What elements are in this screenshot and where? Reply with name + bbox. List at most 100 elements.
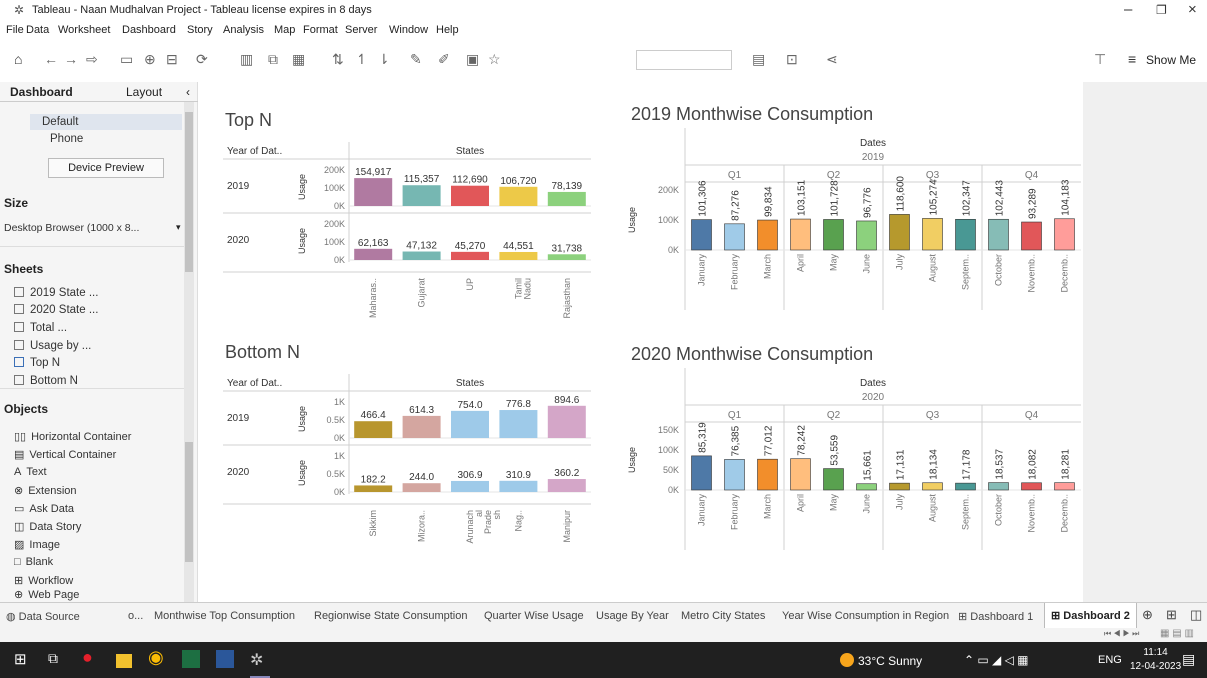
language-indicator[interactable]: ENG [1098, 654, 1122, 666]
device-default[interactable]: Default [42, 116, 78, 128]
bar[interactable] [547, 191, 586, 206]
presentation-icon[interactable]: ▤ [752, 51, 765, 68]
size-dropdown[interactable]: Desktop Browser (1000 x 8... [4, 222, 139, 234]
tab-nav-icon[interactable]: ⏮ ◀ ▶ ⏭ [1104, 629, 1139, 639]
new-worksheet-tab-icon[interactable]: ⊕ [1142, 607, 1153, 623]
tab-sheet[interactable]: Monthwise Top Consumption [154, 610, 295, 622]
file-explorer-icon[interactable] [116, 654, 132, 668]
bar[interactable] [988, 218, 1009, 251]
bar[interactable] [1021, 482, 1042, 491]
m2019-chart[interactable]: Dates2019Q1 Q2 Q3 Q4Usage200K100K0K101,306J… [627, 128, 1081, 310]
save-icon[interactable]: ▭ [120, 51, 133, 68]
word-icon[interactable] [216, 650, 234, 668]
m2020-chart[interactable]: Dates 2020 Q1 Q2 Q3 Q4 Usage 150K 100K 50K 0K 85,31… [627, 368, 1081, 550]
task-view-icon[interactable]: ⧉ [48, 650, 68, 670]
refresh-icon[interactable]: ⟳ [196, 51, 208, 68]
bar[interactable] [757, 458, 778, 491]
bar[interactable] [451, 185, 489, 206]
bar[interactable] [402, 185, 441, 206]
object-ask-data[interactable]: ▭ Ask Data [14, 502, 74, 515]
tab-sheet[interactable]: Metro City States [681, 610, 765, 622]
object-vertical-container[interactable]: ▤ Vertical Container [14, 448, 116, 461]
bar[interactable] [856, 483, 877, 491]
sheet-item[interactable]: Usage by ... [14, 340, 91, 352]
show-me-icon[interactable]: ≡ [1128, 51, 1136, 67]
sheet-item[interactable]: Bottom N [14, 375, 78, 385]
sort-asc-icon[interactable]: ↿ [356, 51, 368, 68]
bar[interactable] [402, 251, 441, 260]
menu-help[interactable]: Help [436, 24, 459, 36]
menu-file[interactable]: File [6, 24, 24, 36]
highlight-icon[interactable]: ✎ [410, 51, 422, 68]
bar[interactable] [691, 219, 712, 251]
bar[interactable] [451, 480, 489, 492]
tray-icons[interactable]: ⌃ ▭ ◢ ◁ ▦ [964, 653, 1029, 667]
bar[interactable] [988, 482, 1009, 491]
bar[interactable] [823, 468, 844, 491]
opera-icon[interactable]: ● [82, 647, 102, 667]
pause-icon[interactable]: ⊟ [166, 51, 178, 68]
bar[interactable] [354, 485, 393, 492]
bar[interactable] [547, 405, 586, 438]
excel-icon[interactable] [182, 650, 200, 668]
menu-format[interactable]: Format [303, 24, 338, 36]
bar[interactable] [451, 410, 489, 438]
clear-icon[interactable]: ▦ [292, 51, 305, 68]
bar[interactable] [955, 482, 976, 491]
redo-icon[interactable]: ⇨ [86, 51, 98, 68]
view-toggle-icon[interactable]: ▦ ▤ ▥ [1160, 628, 1194, 639]
chrome-icon[interactable]: ◉ [148, 647, 168, 667]
bar[interactable] [402, 415, 441, 438]
tab-data-source[interactable]: ◍ Data Source [6, 610, 80, 623]
device-icon[interactable]: ⊡ [786, 51, 798, 68]
topn-chart[interactable]: Year of Dat.. States 2019 Usage 200K 100K 0K 15… [223, 142, 591, 319]
size-dropdown-arrow-icon[interactable]: ▾ [176, 222, 181, 233]
scrollbar-thumb[interactable] [185, 112, 193, 272]
forward-icon[interactable]: → [64, 51, 78, 67]
bar[interactable] [1054, 482, 1075, 491]
bar[interactable] [1021, 221, 1042, 251]
fit-dropdown[interactable] [636, 50, 732, 70]
bar[interactable] [354, 178, 393, 206]
tab-dashboard[interactable]: Dashboard [10, 85, 73, 99]
object-text[interactable]: A Text [14, 466, 47, 478]
minimize-icon[interactable]: – [1124, 1, 1132, 18]
menu-worksheet[interactable]: Worksheet [58, 24, 110, 36]
tab-dashboard-1[interactable]: ⊞ Dashboard 1 [958, 610, 1033, 623]
sort-desc-icon[interactable]: ⇂ [378, 51, 390, 68]
tab-sheet[interactable]: Usage By Year [596, 610, 669, 622]
label-icon[interactable]: ▣ [466, 51, 479, 68]
new-story-tab-icon[interactable]: ◫ [1190, 607, 1202, 623]
bar[interactable] [724, 459, 745, 491]
new-dashboard-tab-icon[interactable]: ⊞ [1166, 607, 1177, 623]
menu-analysis[interactable]: Analysis [223, 24, 264, 36]
bar[interactable] [402, 483, 441, 492]
clock[interactable]: 11:14 12-04-2023 [1130, 646, 1181, 674]
object-extension[interactable]: ⊗ Extension [14, 484, 77, 497]
bar[interactable] [889, 214, 910, 251]
menu-story[interactable]: Story [187, 24, 213, 36]
sheet-item[interactable]: Total ... [14, 322, 67, 334]
show-me-button[interactable]: Show Me [1146, 53, 1196, 67]
menu-map[interactable]: Map [274, 24, 295, 36]
bar[interactable] [547, 479, 586, 492]
bar[interactable] [724, 223, 745, 251]
scrollbar-thumb[interactable] [185, 442, 193, 562]
bar[interactable] [955, 218, 976, 251]
back-icon[interactable]: ← [44, 51, 58, 67]
object-data-story[interactable]: ◫ Data Story [14, 520, 81, 533]
bar[interactable] [1054, 218, 1075, 251]
restore-icon[interactable]: ❐ [1156, 3, 1167, 17]
tableau-taskbar-icon[interactable]: ✲ [250, 650, 270, 670]
sheet-item[interactable]: Top N [14, 357, 60, 369]
bar[interactable] [823, 219, 844, 251]
bar[interactable] [922, 482, 943, 491]
object-image[interactable]: ▨ Image [14, 538, 60, 551]
new-worksheet-icon[interactable]: ▥ [240, 51, 253, 68]
panel-scrollbar[interactable] [184, 102, 194, 602]
object-horizontal-container[interactable]: ▯▯ Horizontal Container [14, 430, 131, 443]
device-preview-button[interactable]: Device Preview [48, 158, 164, 178]
attach-icon[interactable]: ✐ [438, 51, 450, 68]
bar[interactable] [691, 455, 712, 491]
home-icon[interactable]: ⌂ [14, 51, 22, 67]
